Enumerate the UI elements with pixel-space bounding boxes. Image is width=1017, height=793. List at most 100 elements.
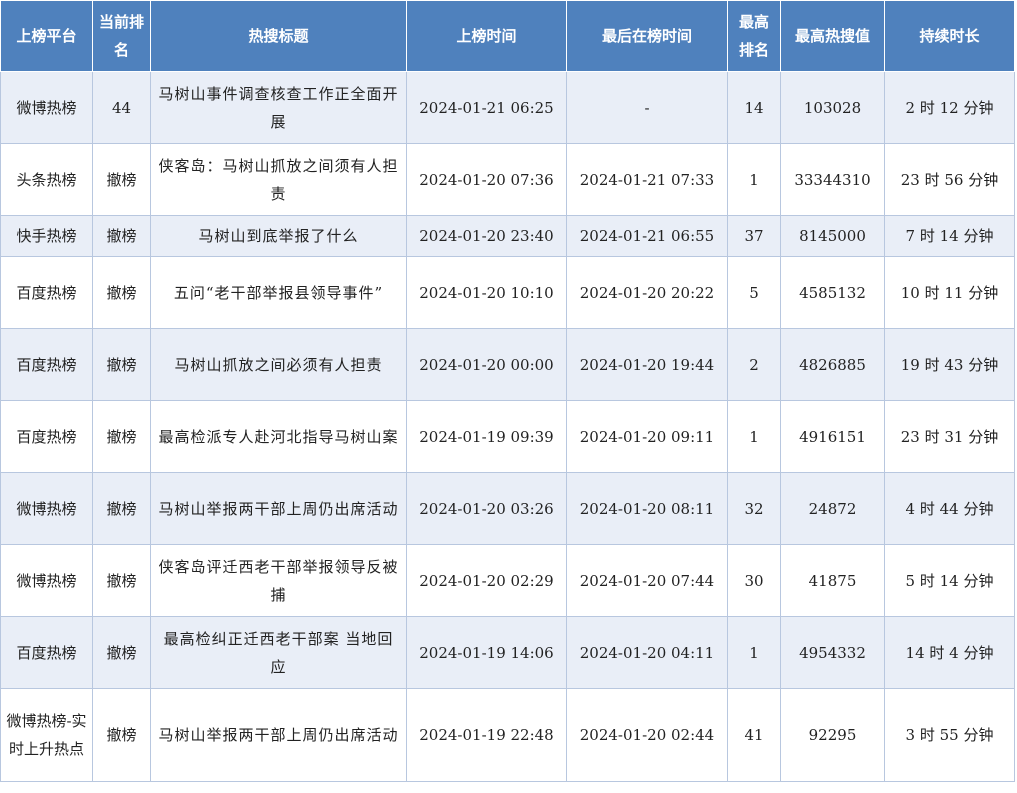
cell-on-time: 2024-01-19 14:06 [406,616,567,689]
table-row: 百度热榜 撤榜 五问“老干部举报县领导事件” 2024-01-20 10:10 … [0,256,1015,329]
cell-platform: 百度热榜 [0,256,93,329]
table-row: 百度热榜 撤榜 马树山抓放之间必须有人担责 2024-01-20 00:00 2… [0,328,1015,401]
cell-title: 侠客岛评迁西老干部举报领导反被捕 [150,544,407,617]
table-row: 百度热榜 撤榜 最高检派专人赴河北指导马树山案 2024-01-19 09:39… [0,400,1015,473]
cell-max-rank: 14 [727,71,781,144]
cell-max-heat: 24872 [780,472,885,545]
cell-max-rank: 30 [727,544,781,617]
cell-duration: 23 时 56 分钟 [884,143,1015,216]
table-row: 微博热榜 撤榜 马树山举报两干部上周仍出席活动 2024-01-20 03:26… [0,472,1015,545]
cell-duration: 23 时 31 分钟 [884,400,1015,473]
cell-title: 马树山到底举报了什么 [150,215,407,257]
cell-on-time: 2024-01-20 10:10 [406,256,567,329]
table-row: 微博热榜 撤榜 侠客岛评迁西老干部举报领导反被捕 2024-01-20 02:2… [0,544,1015,617]
cell-title: 侠客岛：马树山抓放之间须有人担责 [150,143,407,216]
cell-last-time: 2024-01-20 02:44 [566,688,728,782]
cell-title: 马树山举报两干部上周仍出席活动 [150,472,407,545]
table-row: 头条热榜 撤榜 侠客岛：马树山抓放之间须有人担责 2024-01-20 07:3… [0,143,1015,216]
cell-platform: 百度热榜 [0,328,93,401]
cell-on-time: 2024-01-20 02:29 [406,544,567,617]
cell-max-rank: 41 [727,688,781,782]
cell-platform: 百度热榜 [0,616,93,689]
cell-max-heat: 4826885 [780,328,885,401]
cell-last-time: 2024-01-20 07:44 [566,544,728,617]
table-row: 微博热榜 44 马树山事件调查核查工作正全面开展 2024-01-21 06:2… [0,71,1015,144]
cell-duration: 4 时 44 分钟 [884,472,1015,545]
cell-current-rank: 撤榜 [92,143,151,216]
cell-max-heat: 92295 [780,688,885,782]
cell-max-rank: 32 [727,472,781,545]
cell-max-heat: 8145000 [780,215,885,257]
header-max-heat: 最高热搜值 [780,0,885,72]
cell-platform: 微博热榜 [0,544,93,617]
header-duration: 持续时长 [884,0,1015,72]
table-row: 快手热榜 撤榜 马树山到底举报了什么 2024-01-20 23:40 2024… [0,215,1015,257]
cell-platform: 头条热榜 [0,143,93,216]
cell-duration: 10 时 11 分钟 [884,256,1015,329]
header-on-time: 上榜时间 [406,0,567,72]
header-title: 热搜标题 [150,0,407,72]
cell-max-rank: 1 [727,143,781,216]
cell-on-time: 2024-01-21 06:25 [406,71,567,144]
cell-on-time: 2024-01-20 07:36 [406,143,567,216]
cell-current-rank: 44 [92,71,151,144]
cell-duration: 2 时 12 分钟 [884,71,1015,144]
cell-duration: 3 时 55 分钟 [884,688,1015,782]
table-row: 微博热榜-实时上升热点 撤榜 马树山举报两干部上周仍出席活动 2024-01-1… [0,688,1015,782]
cell-duration: 5 时 14 分钟 [884,544,1015,617]
cell-on-time: 2024-01-19 22:48 [406,688,567,782]
cell-on-time: 2024-01-20 03:26 [406,472,567,545]
cell-title: 最高检纠正迁西老干部案 当地回应 [150,616,407,689]
cell-duration: 14 时 4 分钟 [884,616,1015,689]
cell-title: 最高检派专人赴河北指导马树山案 [150,400,407,473]
cell-max-rank: 37 [727,215,781,257]
header-platform: 上榜平台 [0,0,93,72]
cell-platform: 百度热榜 [0,400,93,473]
hot-search-table: 上榜平台 当前排名 热搜标题 上榜时间 最后在榜时间 最高排名 最高热搜值 持续… [0,0,1015,782]
cell-last-time: 2024-01-21 07:33 [566,143,728,216]
cell-max-heat: 4954332 [780,616,885,689]
cell-current-rank: 撤榜 [92,400,151,473]
cell-platform: 快手热榜 [0,215,93,257]
cell-current-rank: 撤榜 [92,616,151,689]
cell-on-time: 2024-01-19 09:39 [406,400,567,473]
cell-on-time: 2024-01-20 23:40 [406,215,567,257]
cell-title: 马树山事件调查核查工作正全面开展 [150,71,407,144]
cell-max-heat: 103028 [780,71,885,144]
cell-max-heat: 41875 [780,544,885,617]
cell-max-heat: 4916151 [780,400,885,473]
cell-max-rank: 1 [727,400,781,473]
cell-current-rank: 撤榜 [92,328,151,401]
cell-max-rank: 1 [727,616,781,689]
cell-last-time: 2024-01-21 06:55 [566,215,728,257]
cell-title: 马树山举报两干部上周仍出席活动 [150,688,407,782]
cell-platform: 微博热榜 [0,71,93,144]
cell-on-time: 2024-01-20 00:00 [406,328,567,401]
cell-current-rank: 撤榜 [92,256,151,329]
cell-max-rank: 5 [727,256,781,329]
cell-platform: 微博热榜 [0,472,93,545]
header-current-rank: 当前排名 [92,0,151,72]
cell-max-heat: 4585132 [780,256,885,329]
cell-last-time: 2024-01-20 19:44 [566,328,728,401]
cell-title: 五问“老干部举报县领导事件” [150,256,407,329]
cell-current-rank: 撤榜 [92,688,151,782]
cell-last-time: 2024-01-20 20:22 [566,256,728,329]
cell-max-rank: 2 [727,328,781,401]
cell-platform: 微博热榜-实时上升热点 [0,688,93,782]
cell-current-rank: 撤榜 [92,215,151,257]
header-last-time: 最后在榜时间 [566,0,728,72]
cell-max-heat: 33344310 [780,143,885,216]
header-row: 上榜平台 当前排名 热搜标题 上榜时间 最后在榜时间 最高排名 最高热搜值 持续… [0,0,1015,72]
cell-current-rank: 撤榜 [92,472,151,545]
cell-last-time: 2024-01-20 08:11 [566,472,728,545]
cell-duration: 7 时 14 分钟 [884,215,1015,257]
cell-last-time: 2024-01-20 04:11 [566,616,728,689]
cell-last-time: 2024-01-20 09:11 [566,400,728,473]
header-max-rank: 最高排名 [727,0,781,72]
cell-last-time: - [566,71,728,144]
table-row: 百度热榜 撤榜 最高检纠正迁西老干部案 当地回应 2024-01-19 14:0… [0,616,1015,689]
cell-duration: 19 时 43 分钟 [884,328,1015,401]
cell-current-rank: 撤榜 [92,544,151,617]
cell-title: 马树山抓放之间必须有人担责 [150,328,407,401]
